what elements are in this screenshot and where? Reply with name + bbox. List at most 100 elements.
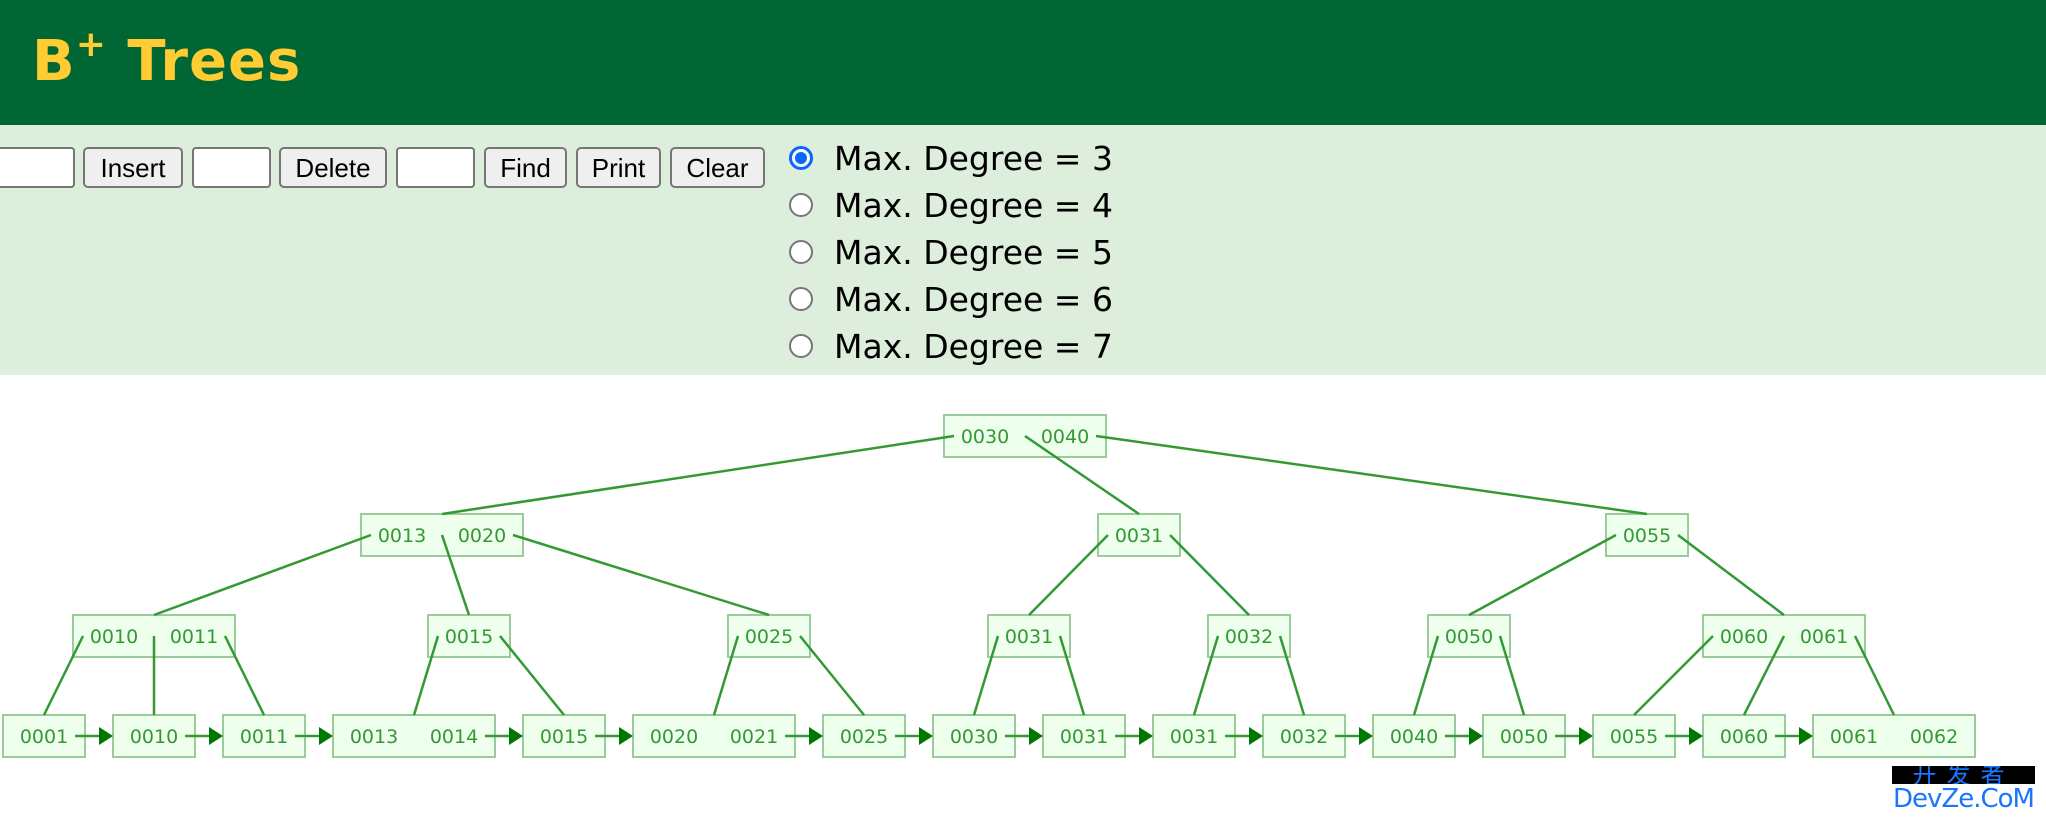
node-key: 0025 (840, 726, 888, 748)
tree-edge (712, 635, 740, 716)
node-key: 0060 (1720, 726, 1768, 748)
leaf-node: 0013 0014 (332, 714, 496, 758)
node-key: 0061 (1800, 626, 1848, 648)
arrow-head-icon (919, 727, 933, 745)
arrow-head-icon (1139, 727, 1153, 745)
degree-radio[interactable] (789, 240, 813, 264)
node-key: 0015 (540, 726, 588, 748)
watermark-top-text: 开发者 (1892, 766, 2035, 784)
internal-node: 0031 (987, 614, 1071, 658)
node-key: 0015 (445, 626, 493, 648)
node-key: 0021 (730, 726, 778, 748)
arrow-head-icon (209, 727, 223, 745)
clear-button[interactable]: Clear (670, 147, 765, 188)
degree-label[interactable]: Max. Degree = 3 (834, 139, 1113, 178)
tree-edge (42, 635, 85, 716)
node-key: 0020 (650, 726, 698, 748)
node-key: 0013 (350, 726, 398, 748)
tree-edge (441, 434, 955, 516)
internal-node: 0025 (727, 614, 811, 658)
node-key: 0050 (1500, 726, 1548, 748)
node-key: 0060 (1720, 626, 1768, 648)
page-title: B+ Trees (32, 22, 301, 102)
node-key: 0055 (1610, 726, 1658, 748)
degree-radio[interactable] (789, 287, 813, 311)
leaf-node: 0031 (1042, 714, 1126, 758)
delete-button[interactable]: Delete (279, 147, 387, 188)
leaf-node: 0061 0062 (1812, 714, 1976, 758)
arrow-head-icon (99, 727, 113, 745)
title-superscript: + (75, 24, 107, 66)
node-key: 0031 (1170, 726, 1218, 748)
print-button[interactable]: Print (576, 147, 661, 188)
leaf-node: 0015 (522, 714, 606, 758)
tree-edge (1028, 534, 1109, 616)
node-key: 0055 (1623, 525, 1671, 547)
find-button[interactable]: Find (484, 147, 567, 188)
tree-edges (42, 434, 1896, 745)
tree-edge (412, 635, 440, 716)
node-key: 0011 (240, 726, 288, 748)
node-key: 0011 (170, 626, 218, 648)
leaf-node: 0032 (1262, 714, 1346, 758)
tree-edge (1468, 533, 1617, 617)
tree-edge (153, 533, 372, 617)
node-key: 0031 (1005, 626, 1053, 648)
arrow-head-icon (1579, 727, 1593, 745)
leaf-node: 0011 (222, 714, 306, 758)
tree-edge (1192, 635, 1220, 716)
tree-edge (512, 533, 770, 617)
leaf-node: 0040 (1372, 714, 1456, 758)
arrow-head-icon (1689, 727, 1703, 745)
degree-label[interactable]: Max. Degree = 5 (834, 233, 1113, 272)
leaf-node: 0055 (1592, 714, 1676, 758)
tree-edge (1677, 534, 1785, 616)
arrow-head-icon (1359, 727, 1373, 745)
degree-radio[interactable] (789, 193, 813, 217)
internal-node: 0055 (1605, 513, 1689, 557)
node-key: 0014 (430, 726, 478, 748)
leaf-node: 0001 (2, 714, 86, 758)
leaf-node: 0050 (1482, 714, 1566, 758)
node-key: 0010 (130, 726, 178, 748)
leaf-node: 0031 (1152, 714, 1236, 758)
degree-radio[interactable] (789, 146, 813, 170)
degree-label[interactable]: Max. Degree = 4 (834, 186, 1113, 225)
leaf-node: 0010 (112, 714, 196, 758)
internal-node: 0032 (1207, 614, 1291, 658)
leaf-node: 0025 (822, 714, 906, 758)
insert-input[interactable] (0, 147, 75, 188)
tree-edge (1169, 534, 1250, 616)
tree-diagram: 0030 0040 0013 0020 0031 0055 0010 0011 0015 0025… (2, 414, 1976, 758)
degree-radio[interactable] (789, 334, 813, 358)
insert-button[interactable]: Insert (83, 147, 183, 188)
degree-option-4[interactable]: Max. Degree = 4 (789, 185, 1113, 225)
tree-edge (1853, 635, 1896, 716)
arrow-head-icon (509, 727, 523, 745)
tree-edge (1633, 635, 1714, 716)
delete-input[interactable] (192, 147, 271, 188)
node-key: 0031 (1060, 726, 1108, 748)
degree-label[interactable]: Max. Degree = 7 (834, 327, 1113, 366)
watermark-bottom-text: DevZe.CoM (1893, 784, 2035, 814)
find-input[interactable] (396, 147, 475, 188)
leaf-node: 0060 (1702, 714, 1786, 758)
degree-option-3[interactable]: Max. Degree = 3 (789, 138, 1113, 178)
bplus-tree-canvas: 0030 0040 0013 0020 0031 0055 0010 0011 0015 0025… (0, 375, 2046, 830)
node-key: 0061 (1830, 726, 1878, 748)
degree-label[interactable]: Max. Degree = 6 (834, 280, 1113, 319)
node-key: 0001 (20, 726, 68, 748)
internal-node: 0031 (1097, 513, 1181, 557)
tree-edge (1498, 635, 1526, 716)
arrow-head-icon (1799, 727, 1813, 745)
degree-option-6[interactable]: Max. Degree = 6 (789, 279, 1113, 319)
degree-option-7[interactable]: Max. Degree = 7 (789, 326, 1113, 366)
arrow-head-icon (619, 727, 633, 745)
degree-option-5[interactable]: Max. Degree = 5 (789, 232, 1113, 272)
node-key: 0032 (1225, 626, 1273, 648)
node-key: 0031 (1115, 525, 1163, 547)
node-key: 0020 (458, 525, 506, 547)
page-header: B+ Trees (0, 0, 2046, 125)
node-key: 0030 (950, 726, 998, 748)
title-main: B (32, 29, 76, 94)
